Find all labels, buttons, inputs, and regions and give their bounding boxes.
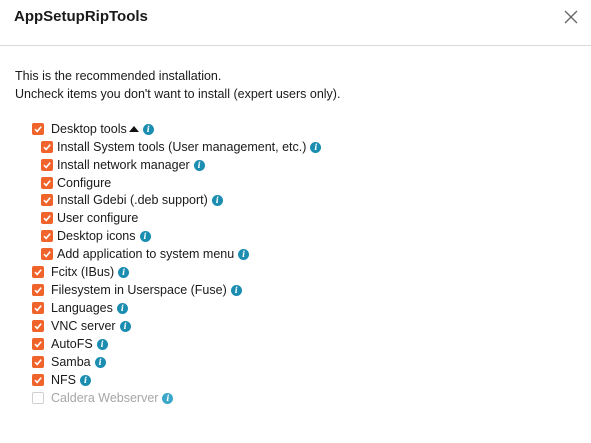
checkbox-caldera[interactable] [32,392,44,404]
option-desktop-icons: Desktop icons i [41,228,151,244]
intro-text: This is the recommended installation. Un… [15,67,340,103]
label-languages: Languages [51,301,113,315]
option-configure: Configure [41,175,111,191]
info-icon[interactable]: i [94,356,106,368]
option-vnc: VNC server i [32,318,131,334]
checkbox-configure[interactable] [41,177,53,189]
info-icon[interactable]: i [119,320,131,332]
option-desktop-tools: Desktop tools i [32,121,154,137]
info-icon[interactable]: i [230,284,242,296]
label-add-to-menu: Add application to system menu [57,247,235,261]
option-samba: Samba i [32,354,106,370]
option-fuse: Filesystem in Userspace (Fuse) i [32,282,242,298]
label-network-manager: Install network manager [57,158,190,172]
label-samba: Samba [51,355,91,369]
info-icon[interactable]: i [118,266,130,278]
label-fuse: Filesystem in Userspace (Fuse) [51,283,227,297]
option-nfs: NFS i [32,372,91,388]
label-autofs: AutoFS [51,337,93,351]
label-system-tools: Install System tools (User management, e… [57,140,307,154]
option-user-configure: User configure [41,210,138,226]
info-icon[interactable]: i [193,159,205,171]
info-icon[interactable]: i [96,338,108,350]
label-vnc: VNC server [51,319,116,333]
option-autofs: AutoFS i [32,336,108,352]
option-network-manager: Install network manager i [41,157,205,173]
option-gdebi: Install Gdebi (.deb support) i [41,192,223,208]
option-system-tools: Install System tools (User management, e… [41,139,322,155]
checkbox-nfs[interactable] [32,374,44,386]
checkbox-fuse[interactable] [32,284,44,296]
info-icon[interactable]: i [238,248,250,260]
info-icon[interactable]: i [139,230,151,242]
checkbox-gdebi[interactable] [41,194,53,206]
checkbox-fcitx[interactable] [32,266,44,278]
checkbox-vnc[interactable] [32,320,44,332]
checkbox-desktop-tools[interactable] [32,123,44,135]
collapse-arrow-icon[interactable] [128,126,139,132]
checkbox-system-tools[interactable] [41,141,53,153]
label-configure: Configure [57,176,112,190]
intro-line-2: Uncheck items you don't want to install … [15,87,341,101]
info-icon[interactable]: i [80,374,91,386]
info-icon[interactable]: i [142,123,154,135]
close-icon[interactable] [562,8,580,26]
option-languages: Languages i [32,300,128,316]
label-desktop-icons: Desktop icons [57,229,136,243]
checkbox-add-to-menu[interactable] [41,248,53,260]
label-caldera: Caldera Webserver [51,391,159,405]
checkbox-samba[interactable] [32,356,44,368]
label-gdebi: Install Gdebi (.deb support) [57,193,208,207]
label-fcitx: Fcitx (IBus) [51,265,115,279]
label-user-configure: User configure [57,211,139,225]
checkbox-network-manager[interactable] [41,159,53,171]
checkbox-autofs[interactable] [32,338,44,350]
checkbox-desktop-icons[interactable] [41,230,53,242]
option-caldera: Caldera Webserver i [32,390,174,406]
checkbox-user-configure[interactable] [41,212,53,224]
setup-dialog: AppSetupRipTools This is the recommended… [0,0,591,443]
info-icon[interactable]: i [310,141,322,153]
option-fcitx: Fcitx (IBus) i [32,264,130,280]
label-nfs: NFS [51,373,76,387]
label-desktop-tools: Desktop tools [51,122,127,136]
info-icon[interactable]: i [116,302,128,314]
info-icon[interactable]: i [162,392,174,404]
dialog-title: AppSetupRipTools [14,8,148,25]
dialog-header: AppSetupRipTools [0,0,591,46]
info-icon[interactable]: i [211,194,223,206]
checkbox-languages[interactable] [32,302,44,314]
option-add-to-menu: Add application to system menu i [41,246,250,262]
intro-line-1: This is the recommended installation. [15,69,222,83]
